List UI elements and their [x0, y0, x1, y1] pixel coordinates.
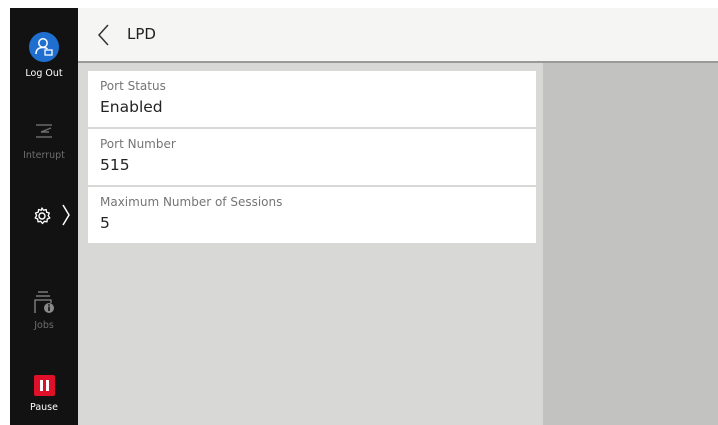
settings-list: Port Status Enabled Port Number 515 Maxi…: [88, 71, 536, 245]
jobs-button[interactable]: Jobs: [10, 289, 78, 332]
setting-value: Enabled: [100, 98, 163, 116]
setting-label: Port Status: [100, 79, 166, 93]
interrupt-icon: [36, 124, 52, 138]
jobs-icon: [34, 291, 54, 313]
jobs-label: Jobs: [34, 320, 54, 331]
sidebar: Log Out Interrupt Jobs Pause: [10, 8, 78, 425]
port-status-row[interactable]: Port Status Enabled: [88, 71, 536, 127]
setting-label: Port Number: [100, 137, 176, 151]
device-settings-button[interactable]: [10, 200, 78, 230]
pause-button[interactable]: Pause: [10, 375, 78, 414]
chevron-right-icon: [62, 204, 70, 226]
gear-icon: [34, 207, 51, 225]
logout-button[interactable]: Log Out: [10, 32, 78, 80]
user-icon: [29, 32, 59, 62]
interrupt-button[interactable]: Interrupt: [10, 120, 78, 162]
port-number-row[interactable]: Port Number 515: [88, 129, 536, 185]
setting-value: 5: [100, 214, 110, 232]
max-sessions-row[interactable]: Maximum Number of Sessions 5: [88, 187, 536, 243]
interrupt-label: Interrupt: [23, 150, 65, 161]
pause-label: Pause: [30, 402, 58, 413]
side-panel: [543, 63, 718, 425]
setting-value: 515: [100, 156, 130, 174]
pause-icon: [33, 375, 55, 396]
logout-label: Log Out: [25, 68, 63, 79]
printer-panel: Log Out Interrupt Jobs Pause LPD Port St…: [10, 8, 718, 425]
back-arrow-icon[interactable]: [94, 23, 114, 47]
setting-label: Maximum Number of Sessions: [100, 195, 283, 209]
header-bar: LPD: [78, 8, 718, 63]
page-title: LPD: [127, 25, 156, 43]
